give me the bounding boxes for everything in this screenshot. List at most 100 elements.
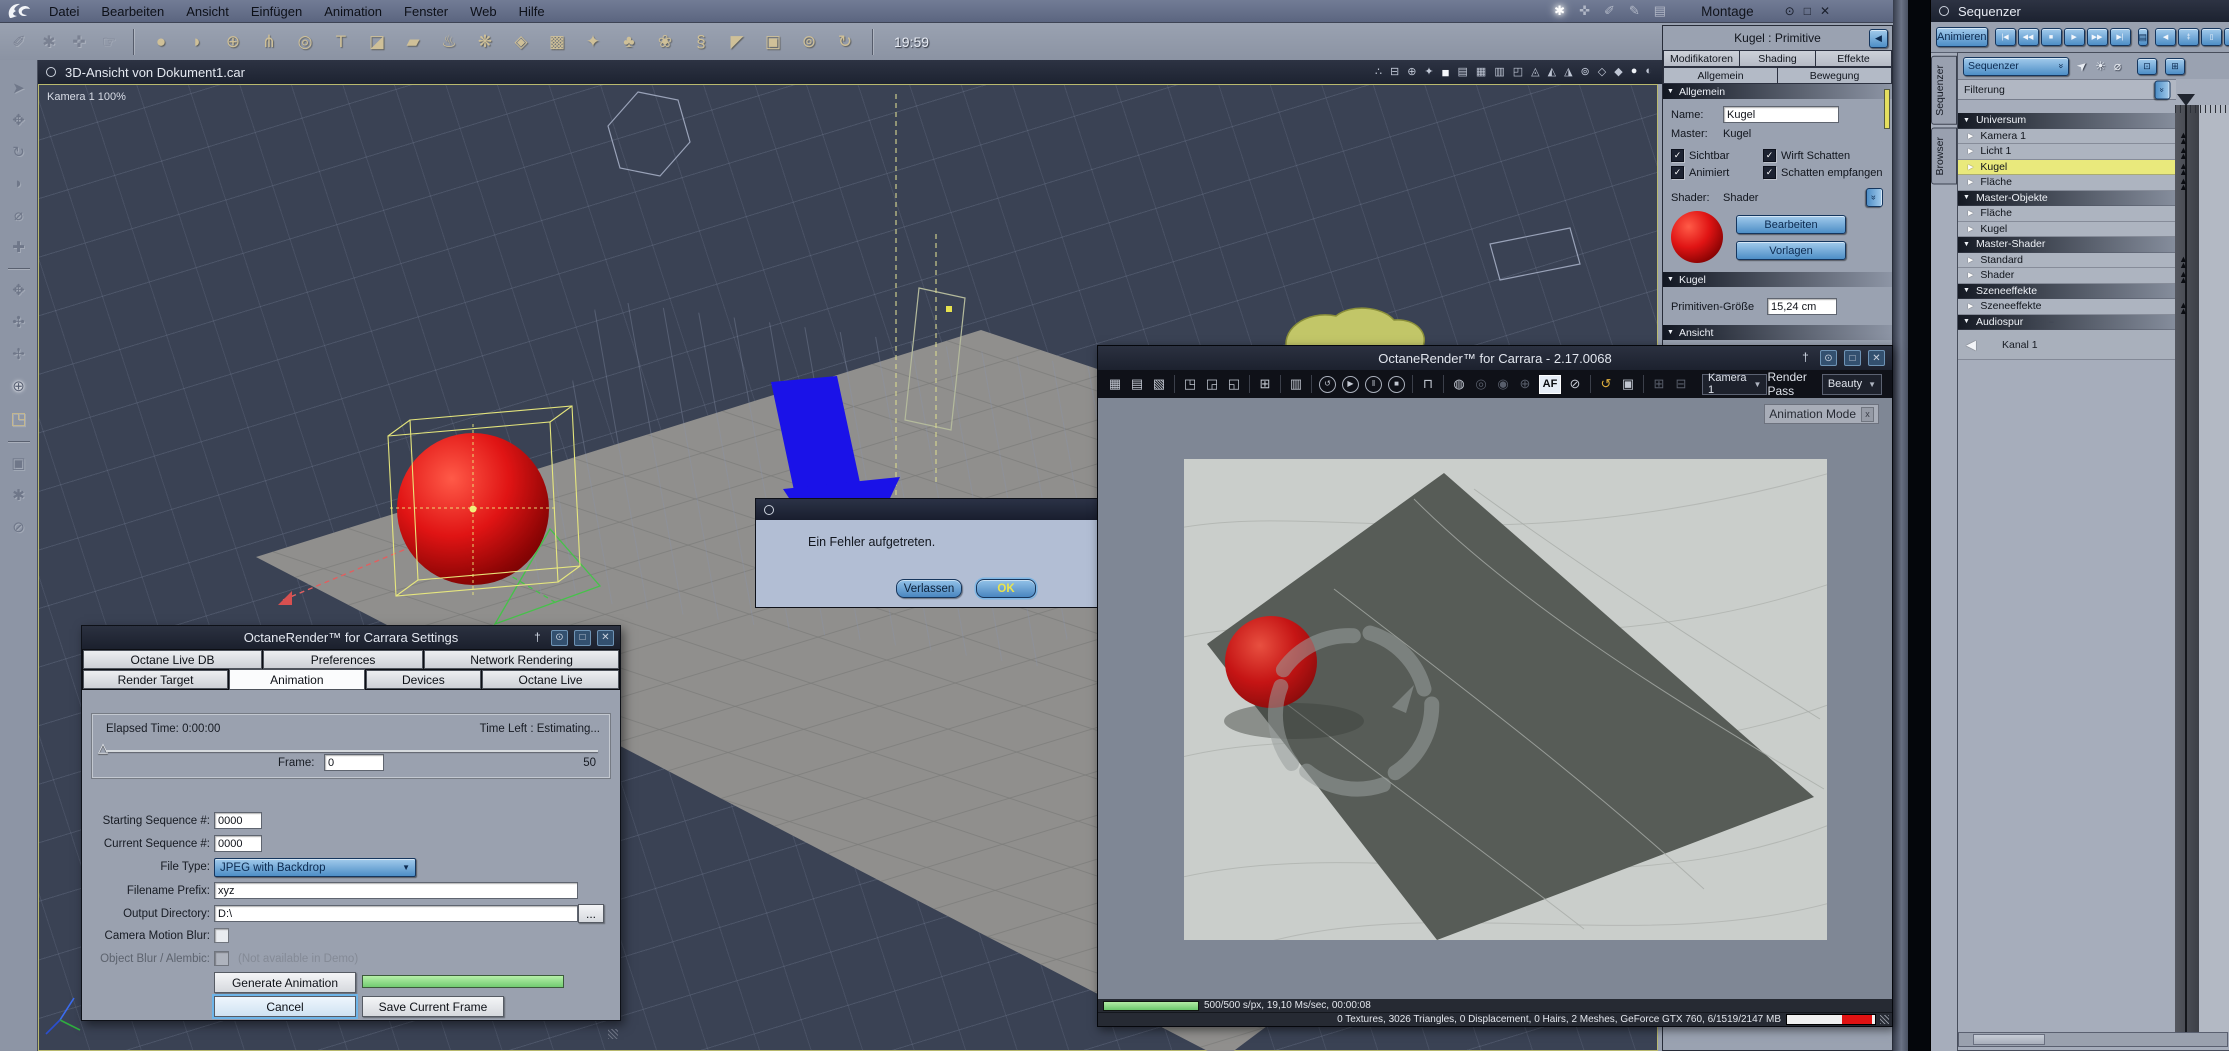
color-wheel-icon[interactable]: ◍ bbox=[1448, 376, 1470, 392]
settings-tab[interactable]: Animation bbox=[229, 669, 365, 690]
four-pane-icon[interactable]: ▦ bbox=[1476, 65, 1486, 80]
fast-forward-button[interactable]: ▶▶ bbox=[2086, 28, 2108, 46]
surface-replicator-tool[interactable]: ✦ bbox=[575, 32, 611, 52]
playhead-marker[interactable] bbox=[2177, 94, 2195, 106]
scrollbar-thumb[interactable] bbox=[1973, 1034, 2045, 1045]
file-type-dropdown[interactable]: JPEG with Backdrop ▼ bbox=[214, 858, 416, 877]
keyframe-track[interactable] bbox=[2175, 268, 2199, 285]
menu-item[interactable]: Ansicht bbox=[175, 4, 240, 19]
keyframe-track[interactable] bbox=[2175, 330, 2199, 360]
sep[interactable] bbox=[1412, 375, 1413, 393]
prev-key-button[interactable]: ◀ bbox=[2155, 28, 2177, 46]
browse-button[interactable]: ... bbox=[578, 904, 604, 923]
settings-tab[interactable]: Devices bbox=[365, 670, 482, 689]
keyframe-track[interactable] bbox=[2175, 253, 2199, 269]
close-icon[interactable]: ✕ bbox=[597, 629, 614, 646]
light-icon[interactable]: ☀ bbox=[2095, 59, 2106, 73]
keyframe-track[interactable] bbox=[2175, 144, 2199, 161]
particles-tool[interactable]: ❋ bbox=[467, 32, 503, 52]
region-render-icon[interactable]: ⊞ bbox=[1254, 376, 1276, 392]
section-header-ansicht[interactable]: Ansicht bbox=[1663, 325, 1892, 340]
sequencer-row[interactable]: Kugel bbox=[1958, 221, 2229, 237]
badge-close-icon[interactable]: x bbox=[1861, 406, 1874, 422]
replicator-tool[interactable]: ▩ bbox=[539, 32, 575, 52]
adjust-tool[interactable]: ✜ bbox=[64, 32, 94, 52]
sep[interactable] bbox=[1443, 375, 1444, 393]
resize-grip[interactable] bbox=[1880, 1015, 1889, 1024]
solid-cube-icon[interactable]: ◆ bbox=[1614, 65, 1622, 80]
keyframe-track[interactable] bbox=[2175, 113, 2199, 129]
properties-subtab[interactable]: Bewegung bbox=[1777, 67, 1892, 84]
timeline-ruler[interactable] bbox=[2175, 105, 2229, 113]
collapse-dot-icon[interactable] bbox=[764, 504, 774, 515]
geometry-tool[interactable]: ⊕ bbox=[215, 32, 251, 52]
rewind-button[interactable]: ◀◀ bbox=[2017, 28, 2039, 46]
orbit-camera-tool[interactable]: ✣ bbox=[12, 313, 25, 331]
fire-tool[interactable]: ♨ bbox=[431, 32, 467, 52]
cancel-button[interactable]: Cancel bbox=[214, 996, 356, 1017]
sequencer-row[interactable]: Shader bbox=[1958, 268, 2229, 284]
snapshot-icon[interactable]: ▣ bbox=[1617, 376, 1639, 392]
next-key-button[interactable]: ▶ bbox=[2224, 28, 2229, 46]
exposure-icon[interactable]: ◉ bbox=[1492, 376, 1514, 392]
select-tool[interactable]: ➤ bbox=[12, 79, 25, 97]
wire-globe-alt-icon[interactable]: ◭ bbox=[1548, 65, 1556, 80]
verlassen-button[interactable]: Verlassen bbox=[896, 579, 962, 598]
move-tool[interactable]: ✥ bbox=[12, 111, 25, 129]
menu-item[interactable]: Animation bbox=[313, 4, 393, 19]
pin-icon[interactable]: † bbox=[530, 630, 545, 644]
properties-subtab[interactable]: Allgemein bbox=[1663, 67, 1777, 84]
properties-tab[interactable]: Shading bbox=[1739, 50, 1815, 67]
slider-handle[interactable]: △ bbox=[98, 740, 108, 756]
sequencer-row[interactable]: Fläche bbox=[1958, 175, 2229, 191]
generate-animation-button[interactable]: Generate Animation bbox=[214, 972, 356, 993]
camera-select[interactable]: Kamera 1 ▼ bbox=[1702, 372, 1768, 396]
properties-tab[interactable]: Effekte bbox=[1815, 50, 1892, 67]
zoom-tool[interactable]: ⊘ bbox=[12, 518, 25, 536]
fit-timeline-button[interactable]: ⊞ bbox=[2165, 57, 2186, 75]
effects-icon[interactable]: ✦ bbox=[1424, 65, 1433, 80]
sep[interactable] bbox=[1643, 375, 1644, 393]
magnifier-icon[interactable]: ⌀ bbox=[2114, 59, 2121, 73]
properties-tab[interactable]: Modifikatoren bbox=[1663, 50, 1739, 67]
section-header-kugel[interactable]: Kugel bbox=[1663, 272, 1892, 287]
motion-tool[interactable]: ↻ bbox=[827, 32, 863, 52]
save-current-frame-button[interactable]: Save Current Frame bbox=[362, 996, 504, 1017]
hierarchy-icon[interactable]: ⊟ bbox=[1390, 65, 1399, 80]
settings-tab[interactable]: Octane Live DB bbox=[83, 650, 263, 669]
sequencer-row[interactable]: Master-Objekte bbox=[1958, 190, 2229, 207]
lock-resolution-icon[interactable]: ⊓ bbox=[1417, 376, 1439, 392]
pan-hand-tool[interactable]: ✱ bbox=[34, 32, 64, 52]
camera-export-icon[interactable]: ⊞ bbox=[1648, 376, 1670, 392]
sequencer-row[interactable]: Szeneeffekte bbox=[1958, 299, 2229, 315]
output-directory-field[interactable]: D:\ bbox=[214, 905, 578, 922]
light-tool[interactable]: ◤ bbox=[719, 32, 755, 52]
menu-item[interactable]: Datei bbox=[38, 4, 90, 19]
sphere-tool[interactable]: ● bbox=[143, 32, 179, 52]
keyframe-track[interactable] bbox=[2175, 206, 2199, 222]
wire-globe-third-icon[interactable]: ◮ bbox=[1564, 65, 1572, 80]
sep[interactable] bbox=[1311, 375, 1312, 393]
sequencer-row[interactable]: Standard bbox=[1958, 252, 2229, 269]
sep[interactable] bbox=[1174, 375, 1175, 393]
push-tool[interactable]: ☞ bbox=[94, 32, 124, 52]
hand-tool[interactable]: ✱ bbox=[12, 486, 25, 504]
shader-chevron-button[interactable]: » bbox=[1866, 188, 1883, 207]
add-key-button[interactable]: ‡ bbox=[2178, 28, 2200, 46]
camera-tool[interactable]: ▣ bbox=[755, 32, 791, 52]
ok-button[interactable]: OK bbox=[976, 579, 1036, 598]
three-pane-icon[interactable]: ▥ bbox=[1494, 65, 1504, 80]
close-icon[interactable]: ✕ bbox=[1868, 350, 1885, 366]
sequencer-row[interactable]: Licht 1 bbox=[1958, 144, 2229, 160]
export-image-icon[interactable]: ▧ bbox=[1148, 376, 1170, 392]
working-box-tool[interactable]: ◳ bbox=[1, 409, 37, 429]
keyframe-track[interactable] bbox=[2175, 191, 2199, 207]
camera-group-icon[interactable]: ⊕ bbox=[1407, 65, 1416, 80]
wireframe-cube-icon[interactable]: ◇ bbox=[1598, 65, 1606, 80]
menu-item[interactable]: Hilfe bbox=[508, 4, 556, 19]
focus-picker-icon[interactable]: ⊘ bbox=[1564, 376, 1586, 392]
eye-icon[interactable]: ⊙ bbox=[1820, 350, 1837, 366]
sequencer-row[interactable]: Kanal 1 bbox=[1958, 330, 2229, 360]
animiert-checkbox[interactable]: ✓ bbox=[1671, 166, 1684, 179]
hotpoint-tool[interactable]: ⌀ bbox=[14, 206, 23, 224]
